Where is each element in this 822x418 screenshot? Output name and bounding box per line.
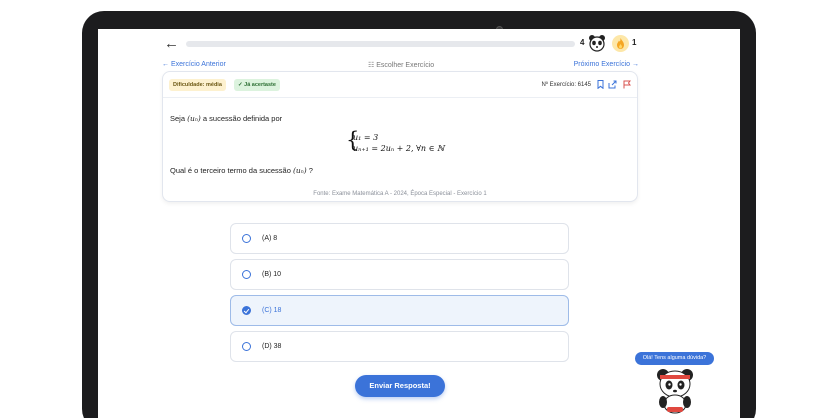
panda-icon <box>589 35 605 52</box>
exercise-source: Fonte: Exame Matemática A - 2024, Época … <box>313 191 487 197</box>
answer-option-c[interactable]: (C) 18 <box>230 295 569 326</box>
system-line-1: u₁ = 3 <box>353 133 379 142</box>
sequence-symbol: (uₙ) <box>292 166 307 175</box>
choose-exercise-link[interactable]: ☷ Escolher Exercício <box>368 61 434 69</box>
next-exercise-link[interactable]: Próximo Exercício → <box>574 61 639 68</box>
exercise-number: Nº Exercício: 6145 <box>541 82 591 88</box>
flag-icon[interactable] <box>623 80 631 91</box>
streak-count: 4 <box>580 38 585 47</box>
exercise-card-header: Dificuldade: média ✓ Já acertaste Nº Exe… <box>163 72 637 98</box>
radio-icon[interactable] <box>242 270 251 279</box>
chat-help-bubble[interactable]: Olá! Tens alguma dúvida? <box>635 352 714 365</box>
radio-checked-icon[interactable] <box>242 306 251 315</box>
progress-bar <box>186 41 575 47</box>
fire-badge <box>612 35 629 52</box>
radio-icon[interactable] <box>242 234 251 243</box>
fire-icon <box>617 38 624 49</box>
exercise-card: Dificuldade: média ✓ Já acertaste Nº Exe… <box>162 71 638 202</box>
answer-label: (C) 18 <box>262 307 282 314</box>
share-icon[interactable] <box>608 80 617 91</box>
bookmark-icon[interactable] <box>597 80 604 91</box>
answer-option-a[interactable]: (A) 8 <box>230 223 569 254</box>
radio-icon[interactable] <box>242 342 251 351</box>
fire-count: 1 <box>632 38 637 47</box>
sequence-symbol: (uₙ) <box>187 114 201 123</box>
question-prompt: Qual é o terceiro termo da sucessão (uₙ)… <box>170 166 313 175</box>
previous-exercise-link[interactable]: ← Exercício Anterior <box>162 61 226 68</box>
arrow-left-icon[interactable]: ← <box>164 36 179 51</box>
answer-option-b[interactable]: (B) 10 <box>230 259 569 290</box>
question-intro: Seja (uₙ) a sucessão definida por <box>170 114 283 123</box>
answer-label: (B) 10 <box>262 271 282 278</box>
difficulty-badge: Dificuldade: média <box>169 79 226 91</box>
solved-badge: ✓ Já acertaste <box>234 79 280 91</box>
answer-option-d[interactable]: (D) 38 <box>230 331 569 362</box>
submit-answer-button[interactable]: Enviar Resposta! <box>355 375 445 397</box>
panda-mascot-icon[interactable] <box>653 366 697 414</box>
answer-label: (D) 38 <box>262 343 282 350</box>
answer-label: (A) 8 <box>262 235 278 242</box>
system-line-2: uₙ₊₁ = 2uₙ + 2, ∀n ∈ ℕ <box>353 144 445 153</box>
